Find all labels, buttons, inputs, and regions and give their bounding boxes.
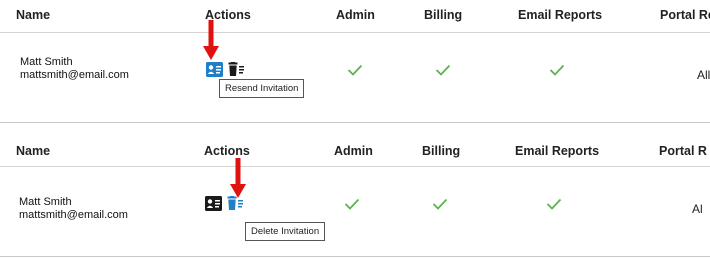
- col-header-actions: Actions: [204, 144, 250, 158]
- col-header-admin: Admin: [334, 144, 373, 158]
- users-table-panel-1: Name Actions Admin Billing Email Reports…: [0, 0, 710, 122]
- col-header-name: Name: [16, 144, 51, 158]
- user-email: mattsmith@email.com: [19, 209, 128, 221]
- header-divider: [0, 166, 710, 167]
- user-email: mattsmith@email.com: [20, 69, 129, 81]
- email-reports-check-icon: [546, 198, 562, 210]
- panel-separator: [0, 122, 710, 123]
- email-reports-check-icon: [549, 64, 565, 76]
- admin-check-icon: [344, 198, 360, 210]
- user-name: Matt Smith: [20, 56, 73, 68]
- red-pointer-arrow: [230, 158, 246, 200]
- resend-invitation-tooltip: Resend Invitation: [219, 79, 305, 98]
- admin-check-icon: [347, 64, 363, 76]
- user-name: Matt Smith: [19, 196, 72, 208]
- billing-check-icon: [435, 64, 451, 76]
- col-header-email-reports: Email Reports: [518, 8, 603, 22]
- resend-invitation-icon[interactable]: [205, 196, 222, 211]
- header-divider: [0, 32, 710, 33]
- col-header-name: Name: [16, 8, 51, 22]
- billing-check-icon: [432, 198, 448, 210]
- delete-invitation-icon[interactable]: [228, 62, 245, 77]
- col-header-portal-role: Portal R: [659, 144, 707, 158]
- col-header-email-reports: Email Reports: [515, 144, 600, 158]
- col-header-billing: Billing: [422, 144, 461, 158]
- portal-role-value: Al: [692, 202, 703, 216]
- resend-invitation-icon[interactable]: [206, 62, 223, 77]
- portal-role-value: All: [697, 68, 710, 82]
- col-header-portal-role: Portal Re: [660, 8, 710, 22]
- col-header-billing: Billing: [424, 8, 463, 22]
- red-pointer-arrow: [203, 20, 219, 62]
- table-bottom-border: [0, 256, 710, 257]
- col-header-admin: Admin: [336, 8, 375, 22]
- delete-invitation-tooltip: Delete Invitation: [245, 222, 326, 241]
- users-table-panel-2: Name Actions Admin Billing Email Reports…: [0, 134, 710, 256]
